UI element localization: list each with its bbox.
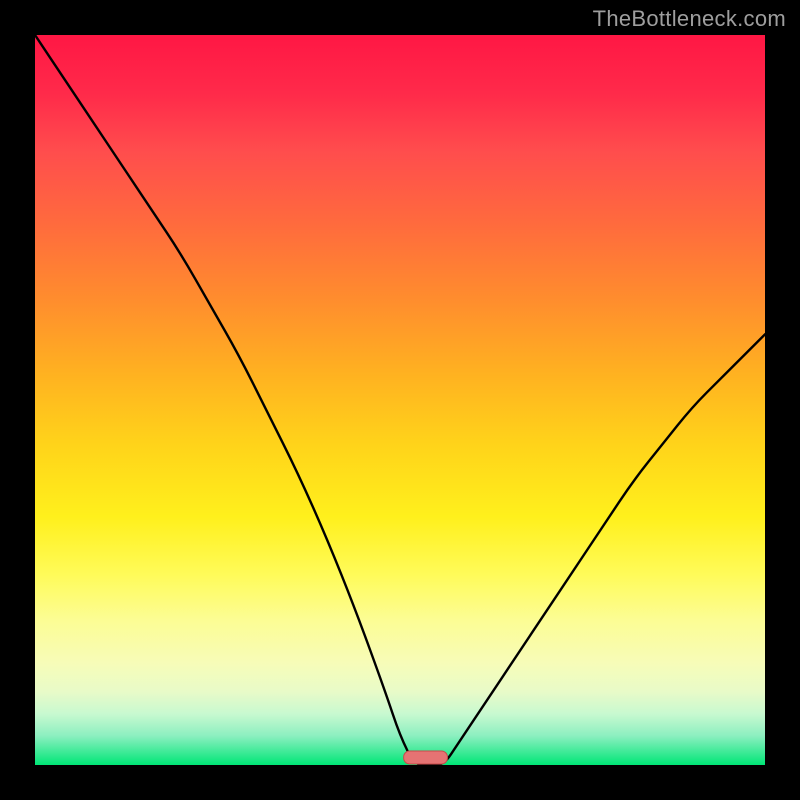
curve-layer [35, 35, 765, 765]
optimal-marker [404, 751, 448, 764]
watermark-text: TheBottleneck.com [593, 6, 786, 32]
bottleneck-curve [35, 35, 765, 765]
plot-area [35, 35, 765, 765]
chart-frame: TheBottleneck.com [0, 0, 800, 800]
